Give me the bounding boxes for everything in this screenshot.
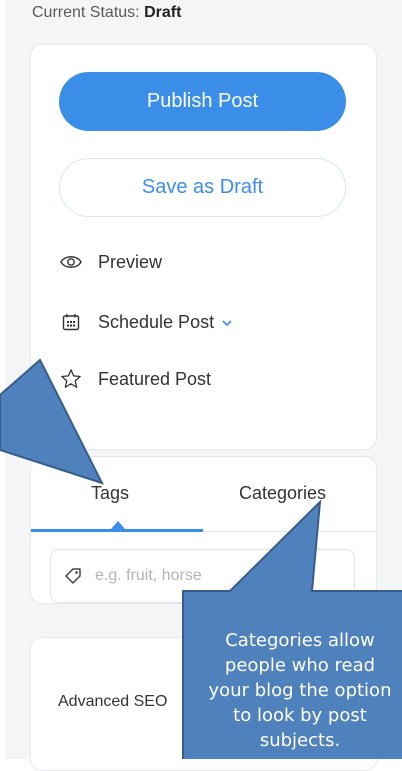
tab-categories[interactable]: Categories: [239, 483, 326, 504]
callout-line: your blog the option: [208, 680, 392, 701]
status-label: Current Status:: [32, 4, 140, 21]
callout-line: people who read: [224, 655, 376, 676]
schedule-label: Schedule Post: [98, 311, 215, 332]
categories-callout-text: Categories allow people who read your bl…: [180, 628, 402, 753]
tab-tags[interactable]: Tags: [91, 483, 129, 504]
tag-icon: [63, 566, 83, 586]
featured-label: Featured Post: [98, 368, 212, 389]
active-tab-caret: [111, 521, 125, 529]
save-as-draft-button[interactable]: Save as Draft: [59, 158, 346, 217]
advanced-seo-label: Advanced SEO: [58, 693, 168, 710]
featured-post-toggle[interactable]: Featured Post: [59, 367, 211, 391]
callout-line: subjects.: [259, 730, 341, 751]
tag-input[interactable]: e.g. fruit, horse: [50, 549, 355, 603]
star-icon: [59, 367, 83, 391]
current-status: Current Status: Draft: [32, 4, 181, 22]
tags-categories-card: Tags Categories e.g. fruit, horse: [30, 456, 377, 604]
publish-post-button[interactable]: Publish Post: [59, 72, 346, 131]
chevron-down-icon[interactable]: [222, 314, 232, 330]
status-value: Draft: [144, 4, 182, 21]
tag-input-placeholder: e.g. fruit, horse: [95, 567, 202, 584]
eye-icon: [59, 250, 83, 274]
calendar-icon: [59, 310, 83, 334]
publish-card: Publish Post Save as Draft Preview Sched…: [30, 44, 377, 450]
callout-line: to look by post: [233, 705, 367, 726]
preview-link[interactable]: Preview: [59, 250, 162, 274]
preview-label: Preview: [98, 251, 163, 272]
callout-line: Categories allow: [225, 630, 375, 651]
active-tab-indicator: [31, 529, 203, 532]
schedule-post-link[interactable]: Schedule Post: [59, 310, 232, 334]
